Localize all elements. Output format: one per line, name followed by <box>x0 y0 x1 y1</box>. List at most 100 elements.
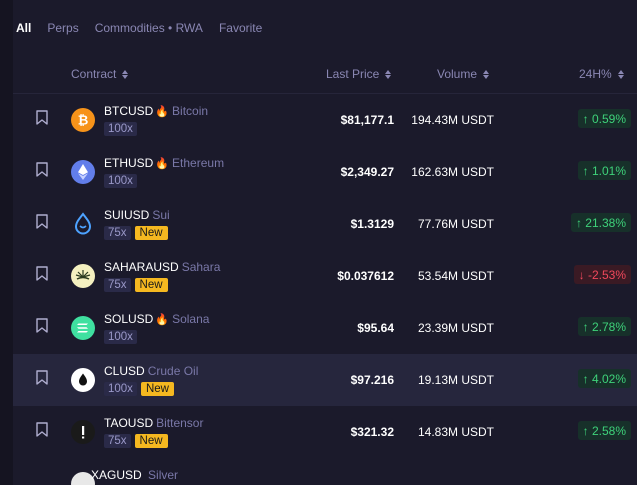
header-contract-label: Contract <box>71 67 117 81</box>
header-last-price[interactable]: Last Price <box>326 67 392 81</box>
last-price: $95.64 <box>357 321 394 335</box>
header-volume[interactable]: Volume <box>437 67 490 81</box>
contract-title: SUIUSD Sui <box>104 208 170 222</box>
change-badge: ↑ 2.78% <box>577 317 631 336</box>
volume: 53.54M USDT <box>417 269 494 283</box>
leverage-badge: 100x <box>104 330 137 344</box>
sui-icon <box>71 212 95 236</box>
header-24h-change[interactable]: 24H% <box>579 67 624 81</box>
sahara-icon <box>71 264 95 288</box>
svg-text:₿: ₿ <box>78 113 89 128</box>
contract-symbol: SUIUSD <box>104 208 150 222</box>
contract-title: TAOUSD Bittensor <box>104 416 203 430</box>
bookmark-icon[interactable] <box>36 422 48 437</box>
contract-name: Ethereum <box>172 156 225 170</box>
header-24h-change-label: 24H% <box>579 67 612 81</box>
contract-badges: 100x New <box>104 382 174 396</box>
tab-all[interactable]: All <box>16 21 31 37</box>
fire-icon: 🔥 <box>155 105 170 118</box>
change-badge: ↑ 1.01% <box>577 161 631 180</box>
sort-icon <box>385 69 392 79</box>
fire-icon: 🔥 <box>155 157 170 170</box>
header-volume-label: Volume <box>437 67 478 81</box>
table-row[interactable]: SAHARAUSD Sahara 75x New $0.037612 53.54… <box>13 250 637 302</box>
contract-name: Crude Oil <box>147 364 199 378</box>
bittensor-icon <box>71 420 95 444</box>
contract-title: BTCUSD 🔥 Bitcoin <box>104 104 208 118</box>
contract-symbol: SOLUSD <box>104 312 154 326</box>
new-badge: New <box>134 278 168 292</box>
contract-symbol: SAHARAUSD <box>104 260 179 274</box>
last-price: $1.3129 <box>350 217 394 231</box>
contract-name: Bitcoin <box>172 104 209 118</box>
bookmark-icon[interactable] <box>36 214 48 229</box>
table-row[interactable]: CLUSD Crude Oil 100x New $97.216 19.13M … <box>13 354 637 406</box>
new-badge: New <box>134 226 168 240</box>
contract-title: SOLUSD 🔥 Solana <box>104 312 209 326</box>
change-badge: ↑ 4.02% <box>577 369 631 388</box>
contract-badges: 75x New <box>104 226 168 240</box>
last-price: $2,349.27 <box>340 165 394 179</box>
contract-name: Solana <box>172 312 210 326</box>
table-row[interactable]: TAOUSD Bittensor 75x New $321.32 14.83M … <box>13 406 637 458</box>
contract-badges: 100x <box>104 174 137 188</box>
last-price: $97.216 <box>350 373 394 387</box>
bitcoin-icon: ₿ <box>71 108 95 132</box>
leverage-badge: 100x <box>104 122 137 136</box>
contract-title: ETHUSD 🔥 Ethereum <box>104 156 224 170</box>
header-contract[interactable]: Contract <box>71 67 129 81</box>
tab-perps[interactable]: Perps <box>47 21 78 37</box>
sort-icon <box>483 69 490 79</box>
contract-name: Sui <box>152 208 170 222</box>
filter-tabs: All Perps Commodities • RWA Favorite <box>16 21 262 37</box>
contract-symbol: CLUSD <box>104 364 145 378</box>
contract-name: Bittensor <box>156 416 204 430</box>
contract-name: Sahara <box>181 260 221 274</box>
leverage-badge: 75x <box>104 226 131 240</box>
sort-icon <box>122 69 129 79</box>
contract-title: CLUSD Crude Oil <box>104 364 198 378</box>
table-header: Contract Last Price Volume 24H% <box>13 62 637 94</box>
contract-badges: 100x <box>104 330 137 344</box>
new-badge: New <box>134 434 168 448</box>
leverage-badge: 75x <box>104 278 131 292</box>
contract-name: Silver <box>148 468 179 482</box>
ethereum-icon <box>71 160 95 184</box>
contract-badges: 75x New <box>104 278 168 292</box>
bookmark-icon[interactable] <box>36 110 48 125</box>
solana-icon <box>71 316 95 340</box>
change-badge: ↑ 21.38% <box>570 213 631 232</box>
table-row-partial[interactable]: XAGUSD Silver <box>91 468 178 482</box>
fire-icon: 🔥 <box>155 313 170 326</box>
bookmark-icon[interactable] <box>36 162 48 177</box>
volume: 19.13M USDT <box>417 373 494 387</box>
change-badge: ↑ 0.59% <box>577 109 631 128</box>
oil-drop-icon <box>71 368 95 392</box>
bookmark-icon[interactable] <box>36 266 48 281</box>
table-row[interactable]: ₿ BTCUSD 🔥 Bitcoin 100x $81,177.1 194.43… <box>13 94 637 146</box>
contract-symbol: BTCUSD <box>104 104 154 118</box>
bookmark-icon[interactable] <box>36 370 48 385</box>
leverage-badge: 100x <box>104 382 137 396</box>
volume: 77.76M USDT <box>417 217 494 231</box>
volume: 194.43M USDT <box>411 113 494 127</box>
bookmark-icon[interactable] <box>36 318 48 333</box>
table-row[interactable]: ETHUSD 🔥 Ethereum 100x $2,349.27 162.63M… <box>13 146 637 198</box>
last-price: $321.32 <box>350 425 394 439</box>
contract-title: SAHARAUSD Sahara <box>104 260 220 274</box>
contract-symbol: ETHUSD <box>104 156 154 170</box>
volume: 23.39M USDT <box>417 321 494 335</box>
contract-badges: 75x New <box>104 434 168 448</box>
sort-icon <box>617 69 624 79</box>
contract-symbol: XAGUSD <box>91 468 142 482</box>
tab-favorite[interactable]: Favorite <box>219 21 262 37</box>
contract-symbol: TAOUSD <box>104 416 154 430</box>
market-list: ₿ BTCUSD 🔥 Bitcoin 100x $81,177.1 194.43… <box>13 94 637 458</box>
leverage-badge: 100x <box>104 174 137 188</box>
change-badge: ↓ -2.53% <box>573 265 631 284</box>
volume: 14.83M USDT <box>417 425 494 439</box>
table-row[interactable]: SUIUSD Sui 75x New $1.3129 77.76M USDT ↑… <box>13 198 637 250</box>
table-row[interactable]: SOLUSD 🔥 Solana 100x $95.64 23.39M USDT … <box>13 302 637 354</box>
tab-commodities-rwa[interactable]: Commodities • RWA <box>95 21 203 37</box>
leverage-badge: 75x <box>104 434 131 448</box>
